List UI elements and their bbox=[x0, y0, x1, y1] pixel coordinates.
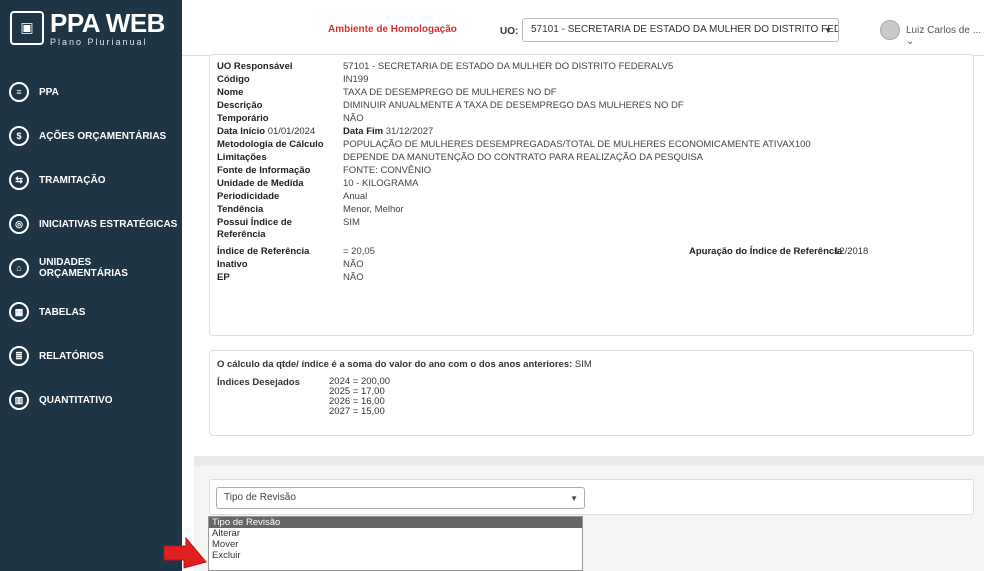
temporario-label: Temporário bbox=[217, 113, 269, 124]
caret-down-icon: ▼ bbox=[824, 26, 832, 35]
inativo-label: Inativo bbox=[217, 259, 248, 270]
possui-value: SIM bbox=[343, 217, 360, 228]
calculation-panel: O cálculo da qtde/ índice é a soma do va… bbox=[209, 350, 974, 436]
data-fim-value: 31/12/2027 bbox=[385, 126, 434, 137]
sidebar-item-label: AÇÕES ORÇAMENTÁRIAS bbox=[39, 130, 167, 142]
environment-label: Ambiente de Homologação bbox=[328, 24, 457, 35]
fonte-label: Fonte de Informação bbox=[217, 165, 311, 176]
tipo-revisao-select[interactable]: Tipo de Revisão ▼ bbox=[216, 487, 585, 509]
tendencia-label: Tendência bbox=[217, 204, 264, 215]
apuracao-label: Apuração do Índice de Referência bbox=[689, 246, 843, 257]
sidebar-item-ppa[interactable]: ≡ PPA bbox=[0, 70, 182, 114]
calc-text: O cálculo da qtde/ índice é a soma do va… bbox=[217, 359, 573, 370]
logo-title: PPA WEB bbox=[50, 7, 165, 38]
ep-label: EP bbox=[217, 272, 230, 283]
option-mover[interactable]: Mover bbox=[209, 539, 582, 550]
indices-list: 2024 = 200,00 2025 = 17,00 2026 = 16,00 … bbox=[329, 377, 390, 417]
sidebar-item-tramitacao[interactable]: ⇆ TRAMITAÇÃO bbox=[0, 158, 182, 202]
sidebar-item-label: TABELAS bbox=[39, 306, 86, 318]
ep-value: NÃO bbox=[343, 272, 364, 283]
app-logo[interactable]: ▣ PPA WEB Plano Plurianual bbox=[0, 0, 182, 56]
apuracao-value: 12/2018 bbox=[834, 246, 869, 257]
chevron-down-icon: ⌄ bbox=[906, 36, 915, 47]
nome-label: Nome bbox=[217, 87, 244, 98]
section-divider bbox=[194, 456, 984, 466]
possui-label: Possui Índice de Referência bbox=[217, 217, 292, 240]
sidebar-item-label: INICIATIVAS ESTRATÉGICAS bbox=[39, 218, 178, 230]
sidebar-item-label: UNIDADES ORÇAMENTÁRIAS bbox=[39, 257, 128, 279]
uo-resp-value: 57101 - SECRETARIA DE ESTADO DA MULHER D… bbox=[343, 61, 674, 72]
sidebar-item-label: RELATÓRIOS bbox=[39, 350, 104, 362]
inativo-value: NÃO bbox=[343, 259, 364, 270]
calc-value: SIM bbox=[574, 359, 592, 370]
nome-value: TAXA DE DESEMPREGO DE MULHERES NO DF bbox=[343, 87, 557, 98]
dollar-icon: $ bbox=[9, 126, 29, 146]
top-bar: Ambiente de Homologação UO: 57101 - SECR… bbox=[182, 0, 984, 56]
descricao-value: DIMINUIR ANUALMENTE A TAXA DE DESEMPREGO… bbox=[343, 100, 684, 111]
metodologia-value: POPULAÇÃO DE MULHERES DESEMPREGADAS/TOTA… bbox=[343, 139, 811, 150]
temporario-value: NÃO bbox=[343, 113, 364, 124]
indice-item: 2027 = 15,00 bbox=[329, 406, 385, 417]
logo-icon: ▣ bbox=[10, 11, 44, 45]
report-icon: ≣ bbox=[9, 346, 29, 366]
descricao-label: Descrição bbox=[217, 100, 263, 111]
indice-ref-value: = 20,05 bbox=[343, 246, 375, 257]
unidade-label: Unidade de Medida bbox=[217, 178, 304, 189]
pointer-arrow-icon bbox=[163, 536, 207, 569]
codigo-value: IN199 bbox=[343, 74, 369, 85]
sidebar-item-acoes[interactable]: $ AÇÕES ORÇAMENTÁRIAS bbox=[0, 114, 182, 158]
sidebar-item-label: PPA bbox=[39, 86, 59, 98]
sidebar-nav: ≡ PPA $ AÇÕES ORÇAMENTÁRIAS ⇆ TRAMITAÇÃO… bbox=[0, 70, 182, 422]
indices-label: Índices Desejados bbox=[217, 377, 300, 388]
limitacoes-label: Limitações bbox=[217, 152, 267, 163]
flow-icon: ⇆ bbox=[9, 170, 29, 190]
indice-ref-label: Índice de Referência bbox=[217, 246, 310, 257]
limitacoes-value: DEPENDE DA MANUTENÇÃO DO CONTRATO PARA R… bbox=[343, 152, 704, 163]
indicator-detail-panel: UO Responsável 57101 - SECRETARIA DE ESTA… bbox=[209, 54, 974, 336]
caret-down-icon: ▼ bbox=[570, 494, 578, 503]
building-icon: ⌂ bbox=[9, 258, 29, 278]
tipo-revisao-value: Tipo de Revisão bbox=[224, 492, 296, 503]
uo-select-value: 57101 - SECRETARIA DE ESTADO DA MULHER D… bbox=[531, 24, 839, 35]
sidebar-item-iniciativas[interactable]: ◎ INICIATIVAS ESTRATÉGICAS bbox=[0, 202, 182, 246]
data-inicio-value: 01/01/2024 bbox=[267, 126, 316, 137]
fonte-value: FONTE: CONVÊNIO bbox=[343, 165, 432, 176]
unidade-value: 10 - KILOGRAMA bbox=[343, 178, 419, 189]
periodicidade-label: Periodicidade bbox=[217, 191, 280, 202]
sidebar-item-tabelas[interactable]: ▦ TABELAS bbox=[0, 290, 182, 334]
codigo-label: Código bbox=[217, 74, 250, 85]
chart-icon: ▥ bbox=[9, 390, 29, 410]
periodicidade-value: Anual bbox=[343, 191, 368, 202]
metodologia-label: Metodologia de Cálculo bbox=[217, 139, 324, 150]
uo-select[interactable]: 57101 - SECRETARIA DE ESTADO DA MULHER D… bbox=[522, 18, 839, 42]
sidebar-item-quantitativo[interactable]: ▥ QUANTITATIVO bbox=[0, 378, 182, 422]
uo-label: UO: bbox=[500, 26, 519, 37]
document-icon: ≡ bbox=[9, 82, 29, 102]
option-alterar[interactable]: Alterar bbox=[209, 528, 582, 539]
uo-resp-label: UO Responsável bbox=[217, 61, 293, 72]
table-icon: ▦ bbox=[9, 302, 29, 322]
sidebar-item-relatorios[interactable]: ≣ RELATÓRIOS bbox=[0, 334, 182, 378]
avatar[interactable] bbox=[880, 20, 900, 40]
user-menu[interactable]: Luiz Carlos de ... ⌄ bbox=[906, 25, 984, 47]
option-excluir[interactable]: Excluir bbox=[209, 550, 582, 561]
user-name: Luiz Carlos de ... bbox=[906, 25, 982, 36]
sidebar-item-unidades[interactable]: ⌂ UNIDADES ORÇAMENTÁRIAS bbox=[0, 246, 182, 290]
data-fim-label: Data Fim bbox=[343, 126, 384, 137]
sidebar-item-label: QUANTITATIVO bbox=[39, 394, 113, 406]
tendencia-value: Menor, Melhor bbox=[343, 204, 404, 215]
sidebar-item-label: TRAMITAÇÃO bbox=[39, 174, 106, 186]
logo-subtitle: Plano Plurianual bbox=[50, 36, 148, 47]
data-inicio-label: Data Início bbox=[217, 126, 266, 137]
main-content: UO Responsável 57101 - SECRETARIA DE ESTA… bbox=[182, 54, 984, 571]
target-icon: ◎ bbox=[9, 214, 29, 234]
option-tipo-revisao[interactable]: Tipo de Revisão bbox=[209, 517, 582, 528]
sidebar: ▣ PPA WEB Plano Plurianual ≡ PPA $ AÇÕES… bbox=[0, 0, 182, 571]
tipo-revisao-dropdown: Tipo de Revisão Alterar Mover Excluir bbox=[208, 516, 583, 571]
